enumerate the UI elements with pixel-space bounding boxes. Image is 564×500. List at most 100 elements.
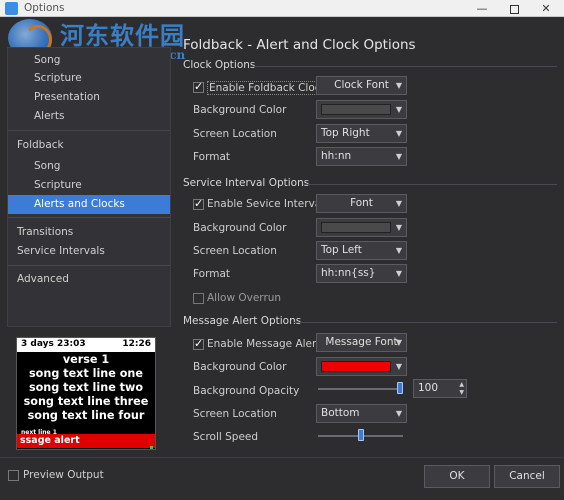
app-icon: [5, 2, 18, 15]
service-bg-color-label: Background Color: [193, 222, 287, 234]
preview-line: verse 1: [62, 353, 110, 366]
clock-format-select[interactable]: hh:nn ▼: [316, 147, 407, 166]
chevron-down-icon: ▼: [395, 81, 402, 90]
watermark-text: 河东软件园: [60, 21, 185, 50]
maximize-button[interactable]: [498, 0, 530, 17]
chevron-down-icon: ▼: [395, 105, 402, 114]
sidebar-divider: [8, 265, 170, 266]
color-swatch: [321, 361, 391, 372]
message-bg-color-label: Background Color: [193, 361, 287, 373]
preview-output-label: Preview Output: [23, 469, 104, 481]
sidebar-divider: [8, 217, 170, 218]
service-font-button[interactable]: Font ▼: [316, 194, 407, 213]
service-bg-color-picker[interactable]: ▼: [316, 218, 407, 237]
chevron-down-icon: ▼: [395, 223, 402, 232]
service-font-label: Font: [350, 197, 373, 209]
chevron-down-icon: ▼: [395, 338, 402, 347]
sidebar-item-foldback-scripture[interactable]: Scripture: [8, 176, 170, 195]
sidebar-item-alerts[interactable]: Alerts: [8, 107, 170, 126]
service-format-select[interactable]: hh:nn{ss} ▼: [316, 264, 407, 283]
sidebar-item-song[interactable]: Song: [8, 51, 170, 70]
sidebar-item-presentation[interactable]: Presentation: [8, 88, 170, 107]
chevron-down-icon: ▼: [395, 362, 402, 371]
preview-line: song text line two: [28, 381, 144, 394]
allow-overrun-checkbox[interactable]: [193, 293, 204, 304]
message-opacity-label: Background Opacity: [193, 385, 300, 397]
message-location-label: Screen Location: [193, 408, 277, 420]
foldback-preview: 3 days 23:03 12:26 verse 1 song text lin…: [16, 337, 156, 450]
clock-font-label: Clock Font: [334, 79, 389, 91]
opacity-spinbox[interactable]: 100 ▲ ▼: [413, 379, 467, 398]
clock-location-select[interactable]: Top Right ▼: [316, 124, 407, 143]
preview-output-checkbox[interactable]: [8, 470, 19, 481]
service-format-label: Format: [193, 268, 231, 280]
cancel-button[interactable]: Cancel: [494, 465, 560, 488]
section-divider: [303, 184, 557, 185]
message-location-value: Bottom: [321, 407, 360, 419]
minimize-button[interactable]: —: [466, 0, 498, 17]
clock-format-value: hh:nn: [321, 150, 352, 162]
close-button[interactable]: ✕: [530, 0, 562, 17]
clock-format-label: Format: [193, 151, 231, 163]
opacity-value: 100: [418, 382, 439, 394]
message-bg-color-picker[interactable]: ▼: [316, 357, 407, 376]
preview-line: song text line four: [27, 409, 145, 422]
preview-service-interval: 3 days 23:03: [21, 339, 86, 349]
chevron-down-icon: ▼: [395, 269, 402, 278]
sidebar-item-alerts-and-clocks[interactable]: Alerts and Clocks: [8, 195, 170, 214]
enable-foldback-clock-label: Enable Foldback Clock: [207, 81, 329, 95]
message-location-select[interactable]: Bottom ▼: [316, 404, 407, 423]
footer-divider: [0, 457, 564, 458]
chevron-down-icon: ▼: [395, 152, 402, 161]
sidebar-item-foldback[interactable]: Foldback: [8, 136, 170, 155]
preview-clock-bar: 3 days 23:03 12:26: [17, 338, 155, 352]
enable-foldback-clock-checkbox[interactable]: [193, 80, 204, 93]
sidebar-divider: [8, 130, 170, 131]
service-location-value: Top Left: [321, 244, 362, 256]
allow-overrun-label: Allow Overrun: [207, 292, 282, 304]
service-format-value: hh:nn{ss}: [321, 267, 376, 279]
enable-service-interval-checkbox[interactable]: [193, 197, 204, 210]
color-swatch: [321, 222, 391, 233]
message-font-button[interactable]: Message Font ▼: [316, 333, 407, 352]
scroll-speed-slider-thumb[interactable]: [357, 429, 364, 441]
chevron-down-icon: ▼: [395, 129, 402, 138]
page-title: Foldback - Alert and Clock Options: [183, 37, 416, 53]
spin-down-icon[interactable]: ▼: [459, 389, 464, 396]
chevron-down-icon: ▼: [395, 246, 402, 255]
sidebar-item-transitions[interactable]: Transitions: [8, 223, 170, 242]
preview-status-dot: [150, 446, 153, 449]
sidebar-item-foldback-song[interactable]: Song: [8, 157, 170, 176]
options-sidebar: Song Scripture Presentation Alerts Foldb…: [7, 47, 171, 327]
title-bar: Options — ✕: [0, 0, 564, 17]
scroll-speed-label: Scroll Speed: [193, 431, 259, 443]
section-divider: [294, 322, 557, 323]
preview-clock: 12:26: [122, 339, 151, 349]
preview-line: song text line three: [23, 395, 149, 408]
service-location-label: Screen Location: [193, 245, 277, 257]
clock-bg-color-label: Background Color: [193, 104, 287, 116]
color-swatch: [321, 104, 391, 115]
sidebar-item-advanced[interactable]: Advanced: [8, 270, 170, 289]
opacity-slider-track[interactable]: [318, 388, 403, 390]
preview-line: song text line one: [29, 367, 143, 380]
chevron-down-icon: ▼: [395, 199, 402, 208]
opacity-slider-thumb[interactable]: [397, 382, 403, 394]
service-location-select[interactable]: Top Left ▼: [316, 241, 407, 260]
enable-message-alert-checkbox[interactable]: [193, 337, 204, 350]
sidebar-item-service-intervals[interactable]: Service Intervals: [8, 242, 170, 261]
clock-location-label: Screen Location: [193, 128, 277, 140]
message-alert-heading: Message Alert Options: [183, 315, 302, 327]
enable-service-interval-label: Enable Sevice Interval: [207, 198, 325, 210]
clock-font-button[interactable]: Clock Font ▼: [316, 76, 407, 95]
preview-message-alert: ssage alert: [17, 434, 155, 448]
clock-bg-color-picker[interactable]: ▼: [316, 100, 407, 119]
spin-up-icon[interactable]: ▲: [459, 381, 464, 388]
service-interval-heading: Service Interval Options: [183, 177, 310, 189]
message-font-label: Message Font: [325, 336, 398, 348]
ok-button[interactable]: OK: [424, 465, 490, 488]
sidebar-item-scripture[interactable]: Scripture: [8, 69, 170, 88]
clock-location-value: Top Right: [321, 127, 370, 139]
enable-message-alert-label: Enable Message Alert: [207, 338, 321, 350]
section-divider: [254, 66, 557, 67]
